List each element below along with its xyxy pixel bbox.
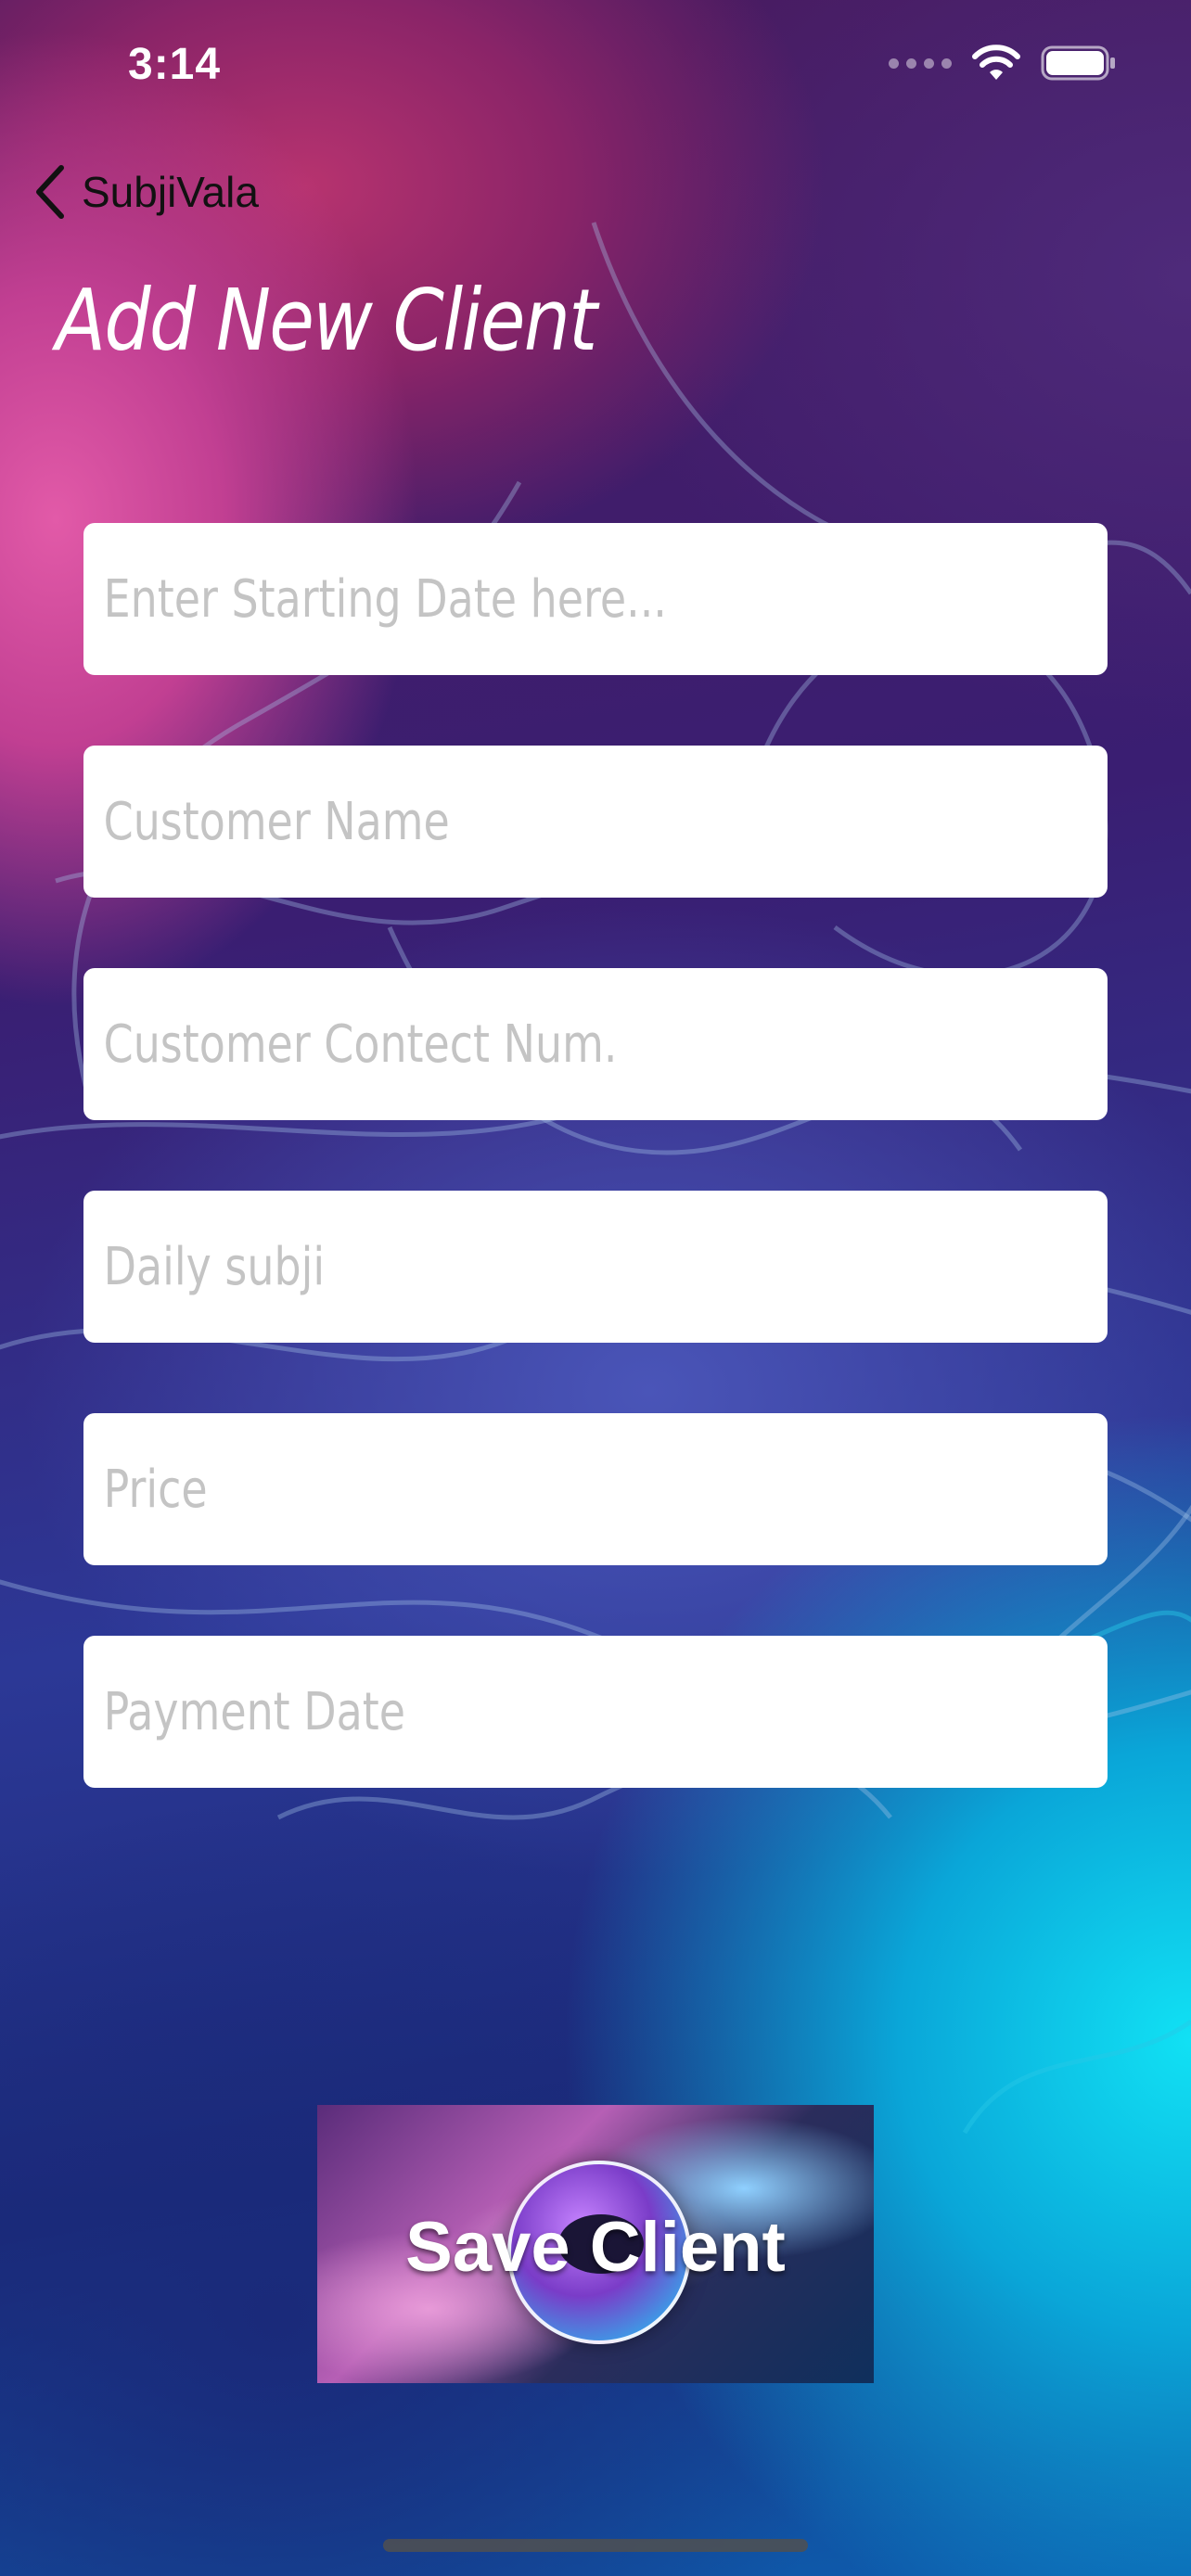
customer-contact-field[interactable]: [83, 968, 1108, 1120]
customer-name-field[interactable]: [83, 746, 1108, 898]
battery-icon: [1041, 45, 1115, 81]
daily-subji-input[interactable]: [102, 1235, 912, 1298]
payment-date-input[interactable]: [102, 1680, 912, 1743]
daily-subji-field[interactable]: [83, 1191, 1108, 1343]
status-icons: [889, 45, 1117, 82]
chevron-left-icon: [36, 165, 64, 219]
customer-name-input[interactable]: [102, 790, 912, 853]
save-client-button[interactable]: Save Client: [317, 2105, 874, 2383]
status-bar: 3:14: [0, 0, 1191, 130]
wifi-icon: [972, 45, 1020, 80]
home-indicator[interactable]: [383, 2539, 808, 2552]
starting-date-field[interactable]: [83, 523, 1108, 675]
customer-contact-input[interactable]: [102, 1013, 912, 1076]
back-button[interactable]: SubjiVala: [33, 159, 259, 224]
add-client-form: [83, 523, 1108, 1858]
back-button-label: SubjiVala: [82, 168, 259, 216]
save-client-button-label: Save Client: [405, 2208, 786, 2287]
page-title: Add New Client: [56, 271, 597, 370]
price-input[interactable]: [102, 1458, 912, 1521]
cellular-signal-icon: [889, 57, 952, 69]
starting-date-input[interactable]: [102, 567, 912, 631]
status-time: 3:14: [128, 40, 222, 89]
price-field[interactable]: [83, 1413, 1108, 1565]
payment-date-field[interactable]: [83, 1636, 1108, 1788]
